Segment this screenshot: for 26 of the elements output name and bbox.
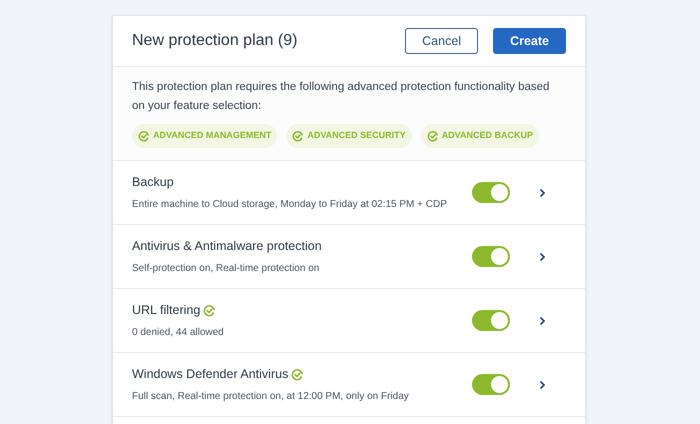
toggle-switch[interactable] [472, 374, 510, 395]
chevron-right-icon[interactable] [539, 252, 546, 262]
module-summary: Self-protection on, Real-time protection on [132, 262, 320, 276]
module-title: Antivirus & Antimalware protection [132, 238, 322, 255]
toggle-switch[interactable] [472, 310, 510, 331]
module-title: Backup [132, 174, 174, 191]
check-circle-icon [292, 130, 304, 142]
tag-label: ADVANCED BACKUP [442, 129, 534, 142]
chevron-right-icon[interactable] [539, 316, 546, 326]
check-circle-icon [138, 130, 150, 142]
module-summary: Entire machine to Cloud storage, Monday to Friday at 02:15 PM + CDP [132, 198, 448, 212]
notice-text: This protection plan requires the following advanced protection functionality based on your feature selection: [132, 80, 550, 114]
toggle-switch[interactable] [472, 182, 510, 203]
cancel-button[interactable]: Cancel [405, 28, 478, 54]
toggle-switch[interactable] [472, 246, 510, 267]
module-title: Windows Defender Antivirus [132, 366, 288, 383]
create-button[interactable]: Create [493, 28, 566, 54]
tag-label: ADVANCED SECURITY [307, 129, 406, 142]
dialog-title: New protection plan (9) [132, 31, 298, 51]
module-title: URL filtering [132, 302, 200, 319]
chevron-right-icon[interactable] [539, 380, 546, 390]
tag-label: ADVANCED MANAGEMENT [153, 129, 272, 142]
chevron-right-icon[interactable] [539, 188, 546, 198]
check-circle-icon [426, 130, 439, 142]
module-summary: Full scan, Real-time protection on, at 12:00 PM, only on Friday [132, 390, 410, 404]
module-summary: 0 denied, 44 allowed [132, 326, 225, 340]
